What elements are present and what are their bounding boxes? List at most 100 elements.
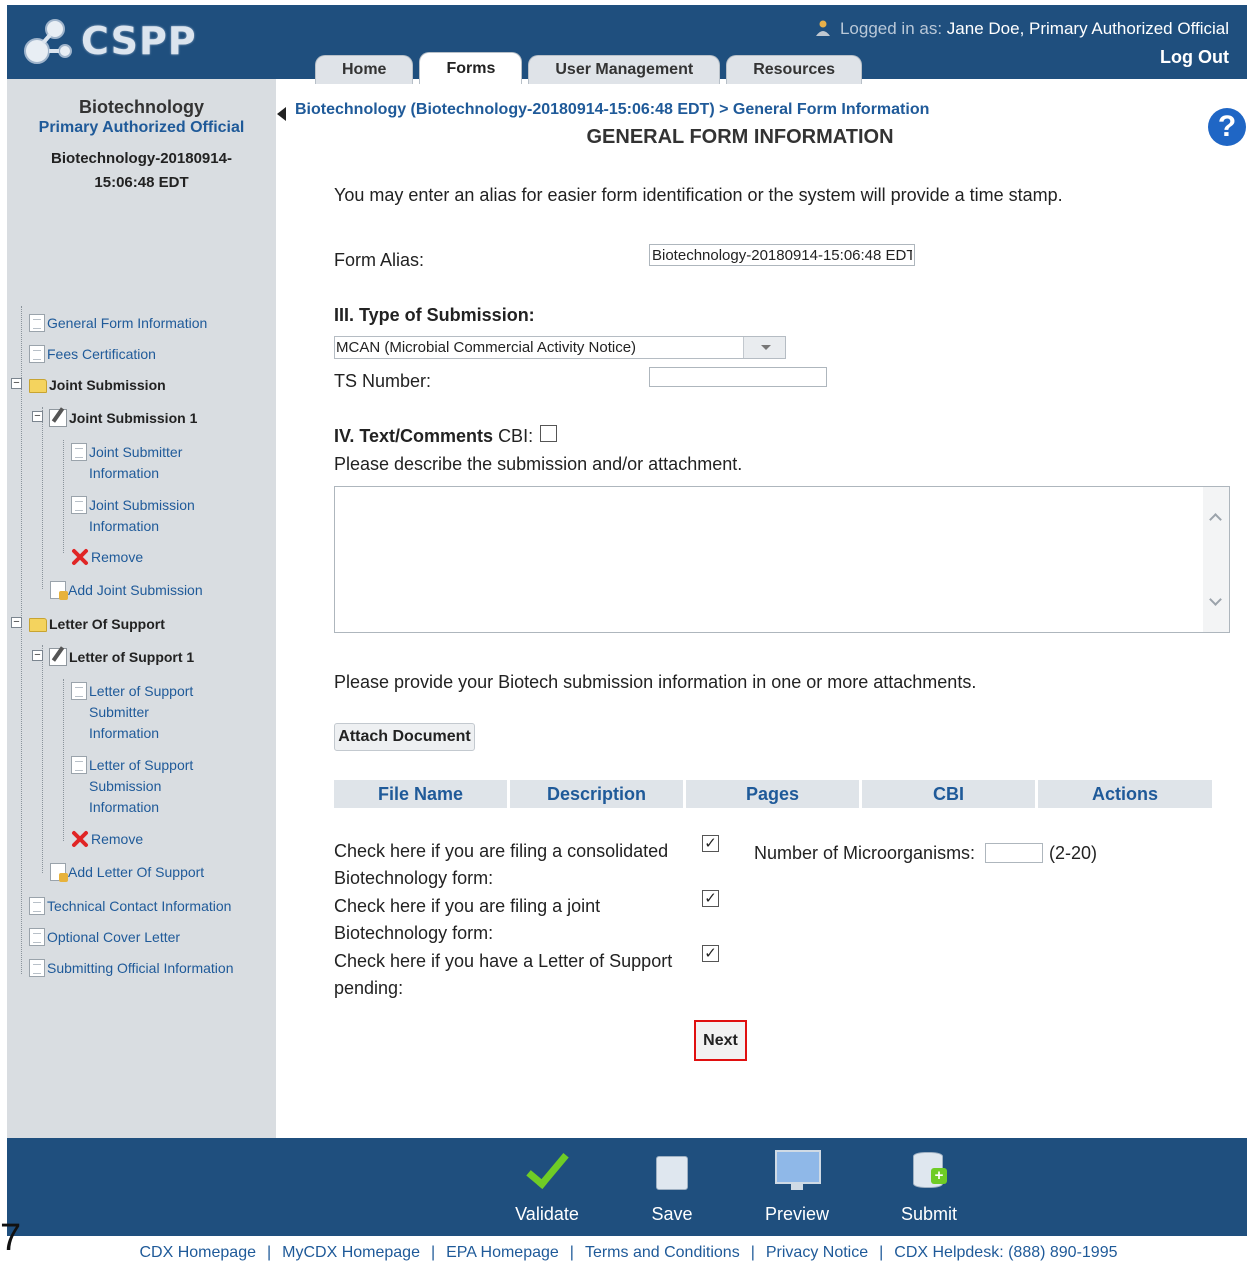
cbi-checkbox[interactable] <box>540 425 557 442</box>
column-description[interactable]: Description <box>510 780 683 808</box>
sidebar-item-label: Letter of Support 1 <box>69 649 195 665</box>
logo-text: CSPP <box>81 19 197 63</box>
column-pages[interactable]: Pages <box>686 780 859 808</box>
action-bar: Validate Save Preview Submit <box>7 1138 1247 1236</box>
cbi-label: CBI: <box>498 426 534 446</box>
sidebar-item-letter-of-support-submission-information[interactable]: Letter of Support Submission Information <box>71 755 193 818</box>
logout-link[interactable]: Log Out <box>1160 47 1229 68</box>
attach-document-button[interactable]: Attach Document <box>334 723 475 751</box>
microorganisms-range: (2-20) <box>1049 843 1098 863</box>
sidebar-item-label: Submitting Official Information <box>47 960 234 976</box>
type-of-submission-select[interactable]: MCAN (Microbial Commercial Activity Noti… <box>334 336 786 359</box>
submit-label: Submit <box>900 1204 958 1224</box>
type-of-submission-heading: III. Type of Submission: <box>334 305 535 325</box>
document-icon <box>71 756 87 774</box>
scroll-down-icon[interactable] <box>1209 593 1222 606</box>
document-icon <box>29 928 45 946</box>
sidebar-item-optional-cover-letter[interactable]: Optional Cover Letter <box>29 927 180 948</box>
ts-number-input[interactable] <box>649 367 827 387</box>
form-alias-input[interactable] <box>649 244 915 266</box>
sidebar-item-label: Optional Cover Letter <box>47 929 181 945</box>
comments-textarea[interactable] <box>334 486 1230 633</box>
save-label: Save <box>651 1204 693 1224</box>
attach-prompt: Please provide your Biotech submission i… <box>334 672 977 692</box>
sidebar-item-submitting-official-information[interactable]: Submitting Official Information <box>29 958 234 979</box>
sidebar-item-remove-letter-of-support[interactable]: Remove <box>71 829 143 850</box>
sidebar-item-letter-of-support[interactable]: Letter Of Support <box>29 614 165 635</box>
sidebar-item-label: Joint Submission Information <box>89 497 195 534</box>
sidebar-item-label: Remove <box>91 831 144 847</box>
document-icon <box>71 443 87 461</box>
link-separator: | <box>266 1244 272 1261</box>
sidebar-item-joint-submission-1[interactable]: Joint Submission 1 <box>49 408 197 429</box>
form-id-line-2: 15:06:48 EDT <box>94 174 189 191</box>
chevron-down-icon[interactable] <box>743 337 785 358</box>
user-name: Jane Doe, Primary Authorized Official <box>946 19 1229 38</box>
validate-button[interactable]: Validate <box>492 1146 602 1225</box>
sidebar-item-remove-joint-submission[interactable]: Remove <box>71 547 143 568</box>
consolidated-checkbox[interactable]: ✓ <box>702 835 719 852</box>
column-cbi[interactable]: CBI <box>862 780 1035 808</box>
column-file-name[interactable]: File Name <box>334 780 507 808</box>
sidebar-item-general-form-information[interactable]: General Form Information <box>29 313 207 334</box>
link-separator: | <box>569 1244 574 1261</box>
sidebar-item-label: Joint Submission <box>49 377 166 393</box>
textarea-scrollbar[interactable] <box>1203 487 1229 632</box>
submit-button[interactable]: Submit <box>874 1146 984 1225</box>
edit-form-icon <box>49 648 67 666</box>
sidebar-item-joint-submission-information[interactable]: Joint Submission Information <box>71 495 195 537</box>
breadcrumb[interactable]: Biotechnology (Biotechnology-20180914-15… <box>295 101 929 119</box>
sidebar-item-joint-submission[interactable]: Joint Submission <box>29 375 166 396</box>
page-title: GENERAL FORM INFORMATION <box>586 126 894 148</box>
joint-label: Check here if you are filing a joint Bio… <box>334 896 601 943</box>
intro-text: You may enter an alias for easier form i… <box>334 185 1063 205</box>
help-icon[interactable]: ? <box>1208 108 1246 146</box>
sidebar-item-fees-certification[interactable]: Fees Certification <box>29 344 156 365</box>
link-cdx-helpdesk[interactable]: CDX Helpdesk: (888) 890-1995 <box>894 1244 1117 1261</box>
link-mycdx-homepage[interactable]: MyCDX Homepage <box>282 1244 420 1261</box>
collapse-toggle-joint-submission[interactable]: − <box>11 378 22 389</box>
link-terms-and-conditions[interactable]: Terms and Conditions <box>585 1244 740 1261</box>
link-epa-homepage[interactable]: EPA Homepage <box>446 1244 559 1261</box>
collapse-toggle-letter-of-support[interactable]: − <box>11 617 22 628</box>
preview-button[interactable]: Preview <box>742 1146 852 1225</box>
add-document-icon <box>50 581 68 600</box>
form-navigation-sidebar: Biotechnology Primary Authorized Officia… <box>7 79 276 1138</box>
collapse-sidebar-icon[interactable] <box>277 107 286 121</box>
tab-resources[interactable]: Resources <box>726 55 863 84</box>
sidebar-item-joint-submitter-information[interactable]: Joint Submitter Information <box>71 442 182 484</box>
sidebar-item-label: Remove <box>91 549 144 565</box>
link-privacy-notice[interactable]: Privacy Notice <box>766 1244 868 1261</box>
corner-mark: 7 <box>0 1217 22 1259</box>
next-button[interactable]: Next <box>694 1020 747 1061</box>
collapse-toggle-joint-submission-1[interactable]: − <box>32 411 43 422</box>
ts-number-label: TS Number: <box>334 371 432 391</box>
type-of-submission-value: MCAN (Microbial Commercial Activity Noti… <box>336 339 637 356</box>
link-cdx-homepage[interactable]: CDX Homepage <box>139 1244 256 1261</box>
save-button[interactable]: Save <box>617 1146 727 1225</box>
joint-checkbox[interactable]: ✓ <box>702 890 719 907</box>
scroll-up-icon[interactable] <box>1209 513 1222 526</box>
sidebar-item-add-letter-of-support[interactable]: Add Letter Of Support <box>50 862 204 883</box>
sidebar-item-letter-of-support-submitter-information[interactable]: Letter of Support Submitter Information <box>71 681 193 744</box>
collapse-toggle-letter-of-support-1[interactable]: − <box>32 650 43 661</box>
microorganisms-input[interactable] <box>985 843 1043 863</box>
cspp-logo[interactable]: CSPP <box>21 11 197 71</box>
describe-label: Please describe the submission and/or at… <box>334 454 743 474</box>
sidebar-item-letter-of-support-1[interactable]: Letter of Support 1 <box>49 647 194 668</box>
sidebar-item-add-joint-submission[interactable]: Add Joint Submission <box>50 580 203 601</box>
tab-user-management[interactable]: User Management <box>528 55 721 84</box>
tab-forms[interactable]: Forms <box>419 52 523 84</box>
letter-pending-checkbox[interactable]: ✓ <box>702 945 719 962</box>
column-actions[interactable]: Actions <box>1038 780 1212 808</box>
tab-home[interactable]: Home <box>315 55 414 84</box>
attachments-table-header: File Name Description Pages CBI Actions <box>334 780 1214 808</box>
red-x-icon <box>72 549 88 565</box>
footer-links: CDX Homepage | MyCDX Homepage | EPA Homepage… <box>0 1244 1247 1262</box>
sidebar-item-label: General Form Information <box>47 315 208 331</box>
folder-icon <box>29 379 47 393</box>
database-add-icon <box>911 1146 947 1196</box>
sidebar-item-label: Letter of Support Submitter Information <box>89 683 194 741</box>
sidebar-item-label: Letter of Support Submission Information <box>89 757 194 815</box>
sidebar-item-technical-contact-information[interactable]: Technical Contact Information <box>29 896 231 917</box>
